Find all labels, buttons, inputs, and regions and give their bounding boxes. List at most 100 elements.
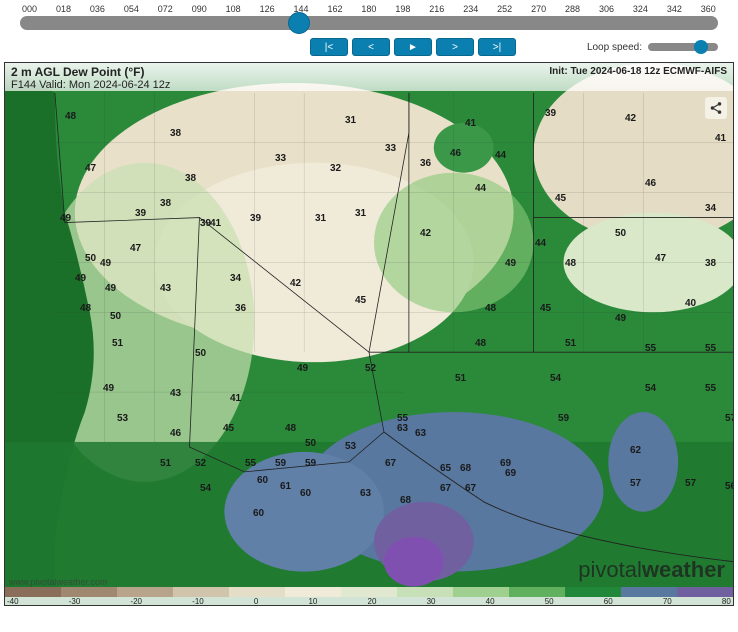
dewpoint-value: 47 [655,253,666,264]
dewpoint-value: 44 [495,150,506,161]
time-slider[interactable] [20,16,718,30]
dewpoint-value: 48 [65,111,76,122]
dewpoint-value: 60 [253,508,264,519]
weather-map[interactable]: 2 m AGL Dew Point (°F) F144 Valid: Mon 2… [4,62,734,606]
next-button[interactable]: > [436,38,474,56]
dewpoint-value: 51 [160,458,171,469]
slider-tick: 288 [565,4,580,14]
loop-speed-thumb[interactable] [694,40,708,54]
dewpoint-value: 48 [485,303,496,314]
dewpoint-value: 50 [615,228,626,239]
dewpoint-value: 47 [130,243,141,254]
slider-tick: 360 [701,4,716,14]
dewpoint-value: 33 [385,143,396,154]
dewpoint-value: 33 [275,153,286,164]
colorbar-tick: 50 [545,597,554,606]
dewpoint-value: 45 [540,303,551,314]
dewpoint-value: 51 [112,338,123,349]
dewpoint-value: 61 [280,481,291,492]
first-button[interactable]: |< [310,38,348,56]
dewpoint-value: 43 [160,283,171,294]
dewpoint-value: 38 [160,198,171,209]
slider-ticks: 0000180360540720901081261441621801982162… [20,4,718,14]
dewpoint-value: 54 [550,373,561,384]
time-slider-thumb[interactable] [288,12,310,34]
dewpoint-value: 49 [75,273,86,284]
dewpoint-value: 56 [725,481,734,492]
dewpoint-value: 31 [315,213,326,224]
slider-tick: 126 [260,4,275,14]
dewpoint-value: 38 [705,258,716,269]
dewpoint-value: 57 [725,413,734,424]
colorbar-tick: 80 [722,597,731,606]
dewpoint-value: 34 [230,273,241,284]
dewpoint-value: 49 [105,283,116,294]
dewpoint-value: 50 [110,311,121,322]
dewpoint-value: 49 [100,258,111,269]
dewpoint-value: 53 [117,413,128,424]
dewpoint-value: 63 [397,423,408,434]
dewpoint-value: 67 [465,483,476,494]
prev-button[interactable]: < [352,38,390,56]
dewpoint-value: 55 [705,383,716,394]
dewpoint-value: 69 [505,468,516,479]
dewpoint-value: 32 [330,163,341,174]
colorbar-tick: -30 [69,597,81,606]
slider-tick: 234 [463,4,478,14]
slider-tick: 324 [633,4,648,14]
colorbar-tick: -20 [130,597,142,606]
slider-tick: 054 [124,4,139,14]
dewpoint-value: 65 [440,463,451,474]
slider-tick: 090 [192,4,207,14]
dewpoint-value: 59 [305,458,316,469]
dewpoint-value: 48 [80,303,91,314]
slider-tick: 072 [158,4,173,14]
play-button[interactable]: ► [394,38,432,56]
slider-tick: 162 [327,4,342,14]
colorbar-tick: 60 [604,597,613,606]
dewpoint-value: 42 [290,278,301,289]
dewpoint-value: 54 [645,383,656,394]
dewpoint-value: 67 [440,483,451,494]
dewpoint-value: 55 [245,458,256,469]
dewpoint-value: 39 [545,108,556,119]
loop-speed-slider[interactable] [648,43,718,51]
dewpoint-value: 53 [345,441,356,452]
slider-tick: 306 [599,4,614,14]
dewpoint-value: 36 [420,158,431,169]
dewpoint-value: 41 [230,393,241,404]
dewpoint-value: 63 [360,488,371,499]
dewpoint-value: 59 [558,413,569,424]
url-watermark: www.pivotalweather.com [9,577,108,587]
dewpoint-value: 48 [285,423,296,434]
last-button[interactable]: >| [478,38,516,56]
colorbar-tick: 30 [427,597,436,606]
dewpoint-value: 68 [400,495,411,506]
dewpoint-value: 63 [415,428,426,439]
dewpoint-value: 59 [275,458,286,469]
colorbar-tick: -10 [192,597,204,606]
dewpoint-value: 55 [705,343,716,354]
dewpoint-value: 49 [103,383,114,394]
map-init-time: Init: Tue 2024-06-18 12z ECMWF-AIFS [549,65,727,77]
dewpoint-value: 47 [85,163,96,174]
dewpoint-value: 45 [355,295,366,306]
dewpoint-value: 36 [235,303,246,314]
colorbar: -40-30-20-1001020304050607080 [5,587,733,605]
dewpoint-value: 50 [305,438,316,449]
dewpoint-value: 57 [685,478,696,489]
dewpoint-value: 41 [715,133,726,144]
colorbar-tick: -40 [7,597,19,606]
slider-tick: 270 [531,4,546,14]
dewpoint-value: 49 [297,363,308,374]
share-icon[interactable] [705,97,727,119]
dewpoint-value: 46 [170,428,181,439]
dewpoint-value: 52 [195,458,206,469]
dewpoint-value: 31 [355,208,366,219]
dewpoint-value: 34 [705,203,716,214]
dewpoint-value: 67 [385,458,396,469]
slider-tick: 018 [56,4,71,14]
colorbar-tick: 0 [254,597,258,606]
dewpoint-value: 60 [257,475,268,486]
dewpoint-value: 44 [475,183,486,194]
